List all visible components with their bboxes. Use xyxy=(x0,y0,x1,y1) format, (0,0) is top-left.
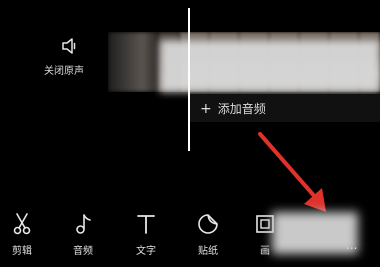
playhead-line[interactable] xyxy=(188,8,190,151)
blur-mask xyxy=(160,40,380,92)
mute-original-sound-button[interactable]: 关闭原声 xyxy=(44,38,90,82)
more-indicator: ... xyxy=(346,238,358,252)
add-audio-label: 添加音频 xyxy=(217,102,266,116)
music-note-icon xyxy=(76,214,91,234)
toolbar-item-label: 剪辑 xyxy=(12,246,32,257)
toolbar-item-audio[interactable]: 音频 xyxy=(63,212,103,257)
plus-icon: + xyxy=(200,101,212,117)
add-audio-button[interactable]: + 添加音频 xyxy=(200,100,266,117)
mute-label: 关闭原声 xyxy=(44,66,84,77)
toolbar-item-text[interactable]: 文字 xyxy=(126,212,166,257)
toolbar-item-label: 贴纸 xyxy=(198,246,218,257)
scissors-icon xyxy=(13,213,31,235)
toolbar-item-sticker[interactable]: 贴纸 xyxy=(188,212,228,257)
red-arrow-icon xyxy=(258,132,326,212)
toolbar-item-label: 音频 xyxy=(73,246,93,257)
video-frame-thumbnail xyxy=(108,32,158,92)
toolbar-item-cut[interactable]: 剪辑 xyxy=(2,212,42,257)
sticker-icon xyxy=(198,214,218,234)
toolbar-item-label: 文字 xyxy=(136,246,156,257)
speaker-mute-icon xyxy=(62,38,76,54)
text-T-icon xyxy=(137,215,155,234)
